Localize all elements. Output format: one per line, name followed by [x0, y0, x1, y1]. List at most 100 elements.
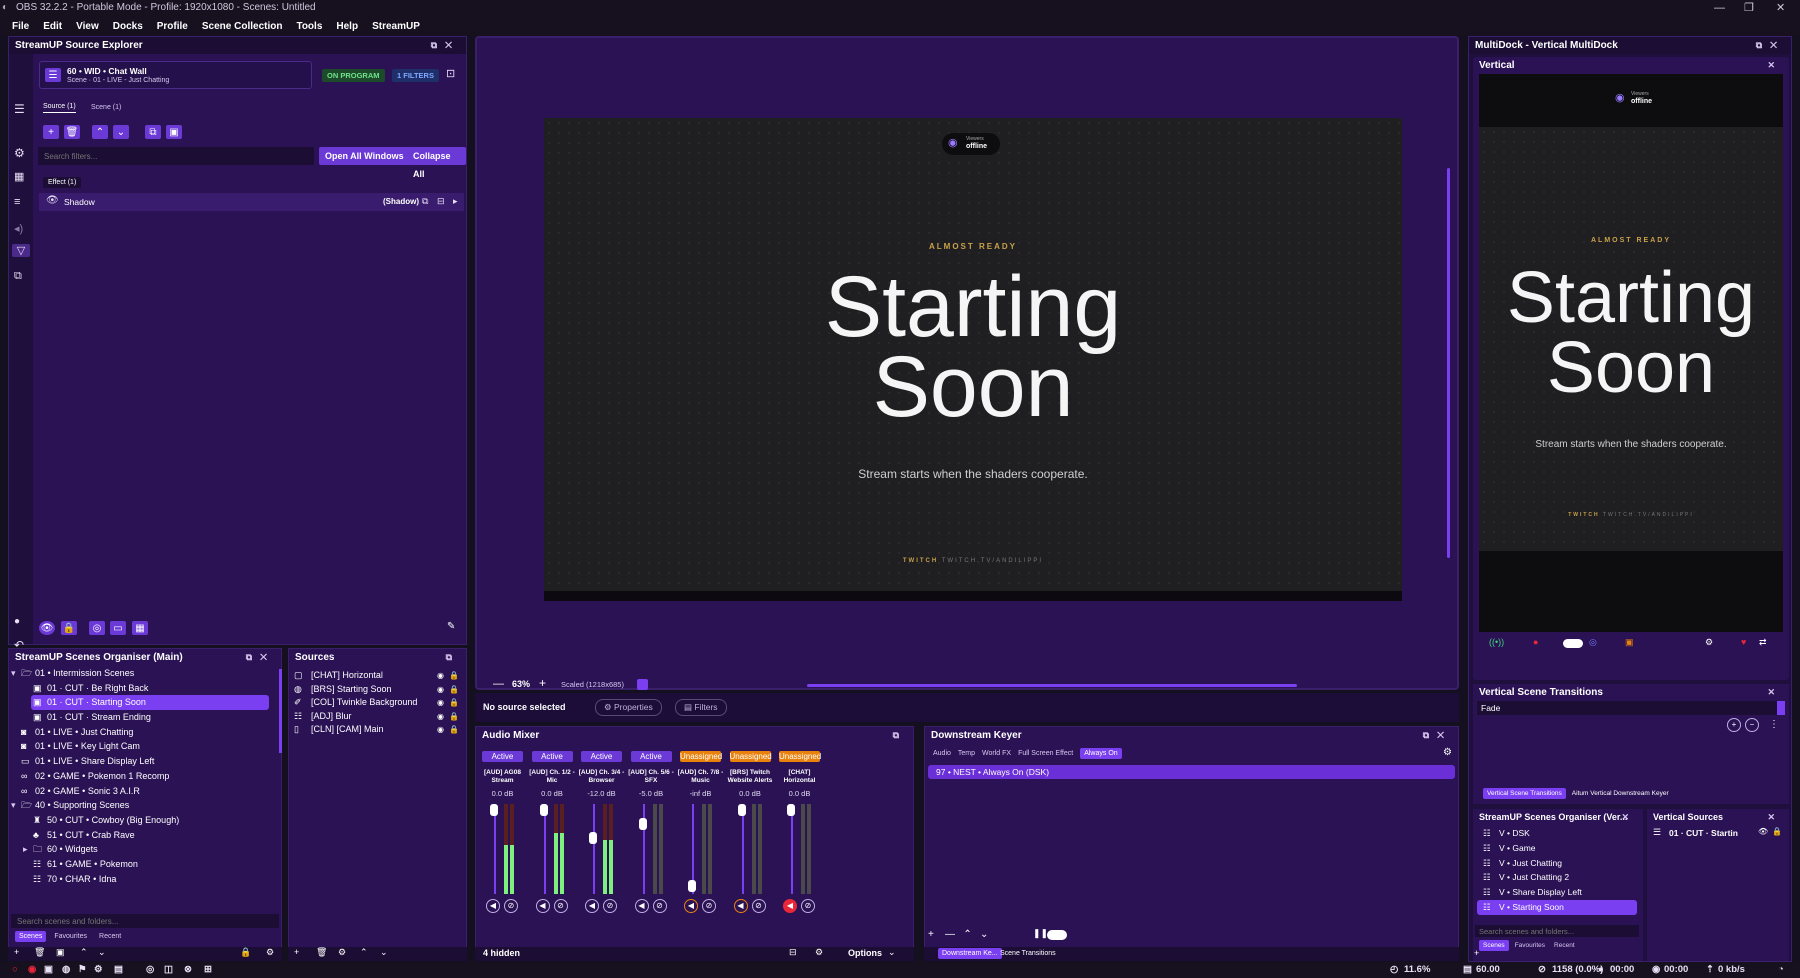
vertical-source-item[interactable]: 01 · CUT · Startin	[1669, 828, 1738, 838]
monitor-icon[interactable]: ⊘	[751, 899, 766, 913]
hamburger-icon[interactable]: ☰	[14, 102, 25, 116]
scene-item[interactable]: ▾ 🗁 40 • Supporting Scenes	[9, 798, 279, 813]
collapse-all-button[interactable]: Collapse All	[407, 147, 466, 179]
pause-icon[interactable]: ❚❚	[1033, 928, 1048, 939]
dock-float-close-buttons[interactable]: ⧉✕	[431, 37, 460, 54]
scene-item[interactable]: ▾ 🗁 01 • Intermission Scenes	[9, 666, 279, 681]
virtualcam-icon[interactable]: ▣	[1625, 637, 1634, 648]
scene-item[interactable]: ◙ 01 • LIVE • Just Chatting	[9, 725, 279, 740]
tab-vertical-transitions[interactable]: Vertical Scene Transitions	[1483, 788, 1566, 799]
delete-scene-icon[interactable]: 🗑	[34, 947, 45, 958]
volume-slider-track[interactable]	[741, 804, 744, 894]
link-icon[interactable]: ⇄	[1759, 637, 1767, 648]
muted-speaker-icon[interactable]: ◀	[783, 899, 797, 913]
dock-float-icon[interactable]: ⧉	[446, 649, 460, 666]
add-source-icon[interactable]: +	[294, 947, 299, 957]
properties-button[interactable]: ⚙ Properties	[595, 699, 662, 716]
select-arrow-icon[interactable]	[1777, 701, 1785, 715]
replay-icon[interactable]: ◍	[62, 964, 70, 975]
menu-scene-collection[interactable]: Scene Collection	[202, 21, 283, 32]
chevron-right-icon[interactable]: ▸	[453, 196, 458, 207]
layers-icon[interactable]: ◫	[164, 964, 173, 975]
eye-icon[interactable]: ◉	[437, 723, 444, 737]
menu-help[interactable]: Help	[336, 21, 358, 32]
vertical-scene-item[interactable]: ☷ V • DSK	[1477, 826, 1637, 841]
gear-icon[interactable]: ⚙	[338, 947, 346, 958]
scene-search-input[interactable]	[11, 914, 279, 928]
stream-indicator-icon[interactable]: ◉	[28, 964, 36, 975]
eye-icon[interactable]: ◉	[437, 669, 444, 683]
close-icon[interactable]: ✕	[1767, 684, 1783, 701]
dsk-tab[interactable]: World FX	[982, 748, 1011, 759]
menu-edit[interactable]: Edit	[43, 21, 62, 32]
move-down-icon[interactable]: ⌄	[980, 929, 988, 940]
volume-slider-handle[interactable]	[490, 804, 498, 816]
lock-icon[interactable]: 🔒	[1772, 827, 1782, 836]
scene-item[interactable]: ♣ 51 • CUT • Crab Rave	[9, 828, 279, 843]
menu-file[interactable]: File	[12, 21, 29, 32]
zoom-in-icon[interactable]: +	[539, 676, 546, 690]
projector-button[interactable]: ▭	[110, 621, 126, 635]
tab-scene-transitions[interactable]: Scene Transitions	[1000, 950, 1056, 957]
lock-icon[interactable]: 🔒	[449, 710, 459, 724]
move-up-icon[interactable]: ⌃	[963, 929, 971, 940]
reel-icon[interactable]: ⊗	[184, 964, 192, 975]
close-icon[interactable]: ✕	[1621, 809, 1637, 826]
grid-icon[interactable]: ▦	[14, 170, 24, 183]
settings-icon[interactable]: ⚙	[94, 964, 103, 975]
open-all-windows-button[interactable]: Open All Windows	[319, 147, 410, 165]
scene-item[interactable]: ◙ 01 • LIVE • Key Light Cam	[9, 739, 279, 754]
gear-icon[interactable]: ⚙	[266, 947, 274, 958]
volume-slider-handle[interactable]	[737, 804, 746, 816]
volume-slider-handle[interactable]	[688, 880, 696, 892]
scene-item[interactable]: ☷ 70 • CHAR • Idna	[9, 872, 279, 887]
expand-icon[interactable]: ▾	[11, 798, 16, 813]
add-transition-button[interactable]: +	[1727, 718, 1741, 732]
expand-icon[interactable]: ▸	[23, 842, 28, 857]
add-filter-button[interactable]: +	[43, 125, 59, 139]
copy-icon[interactable]: ⧉	[14, 270, 22, 283]
gear-icon[interactable]: ⚙	[1443, 747, 1452, 758]
minimize-icon[interactable]: —	[1714, 0, 1725, 16]
vertical-preview[interactable]: ◉ Viewers offline ALMOST READY Starting …	[1479, 74, 1783, 632]
volume-slider-track[interactable]	[494, 804, 496, 894]
heart-icon[interactable]: ♥	[1741, 637, 1746, 647]
monitor-icon[interactable]: ⊘	[553, 899, 568, 913]
dsk-tab[interactable]: Audio	[933, 748, 951, 759]
monitor-icon[interactable]: ⊘	[801, 899, 815, 913]
volume-slider-track[interactable]	[791, 804, 793, 894]
speaker-icon[interactable]: ◀	[486, 899, 500, 913]
move-down-icon[interactable]: ⌄	[98, 947, 106, 958]
dock-float-icon[interactable]: ⧉	[893, 727, 907, 744]
eye-icon[interactable]: ◉	[437, 683, 444, 697]
screenshot-button[interactable]: ◎	[89, 621, 105, 635]
record-indicator-icon[interactable]: ○	[12, 964, 18, 975]
dsk-tab[interactable]: Always On	[1080, 748, 1122, 759]
transition-select[interactable]: Fade	[1477, 701, 1785, 715]
speaker-icon[interactable]: ◀	[684, 899, 698, 913]
add-icon[interactable]: +	[928, 929, 934, 940]
maximize-icon[interactable]: ❐	[1744, 0, 1754, 16]
more-icon[interactable]: ⋮	[1769, 719, 1779, 730]
eye-icon[interactable]: ◉	[437, 696, 444, 710]
close-icon[interactable]: ✕	[1767, 57, 1783, 74]
replay-icon[interactable]: ◎	[1589, 637, 1597, 648]
remove-transition-button[interactable]: −	[1745, 718, 1759, 732]
move-down-button[interactable]: ⌄	[113, 125, 129, 139]
tab-effect[interactable]: Effect (1)	[43, 177, 82, 188]
preview-toggle-icon[interactable]: ⊡	[446, 67, 455, 80]
lock-icon[interactable]: 🔒	[449, 669, 459, 683]
folder-icon[interactable]: ▣	[56, 947, 65, 958]
remove-icon[interactable]: —	[945, 929, 955, 940]
record-icon[interactable]: ●	[1533, 637, 1538, 647]
lock-icon[interactable]: 🔒	[449, 683, 459, 697]
filter-row[interactable]: 👁 Shadow (Shadow) ⧉ ⊟ ▸	[39, 193, 464, 211]
menu-tools[interactable]: Tools	[296, 21, 322, 32]
volume-slider-handle[interactable]	[787, 804, 795, 816]
dock-float-close-buttons[interactable]: ⧉✕	[1756, 37, 1785, 54]
lock-button[interactable]: 🔒	[61, 621, 77, 635]
monitor-icon[interactable]: ⊘	[603, 899, 617, 913]
program-preview[interactable]: ◉ Viewers offline ALMOST READY Starting …	[544, 118, 1402, 601]
pin-icon[interactable]: ✎	[447, 621, 455, 632]
tab-scenes[interactable]: Scenes	[15, 931, 47, 942]
